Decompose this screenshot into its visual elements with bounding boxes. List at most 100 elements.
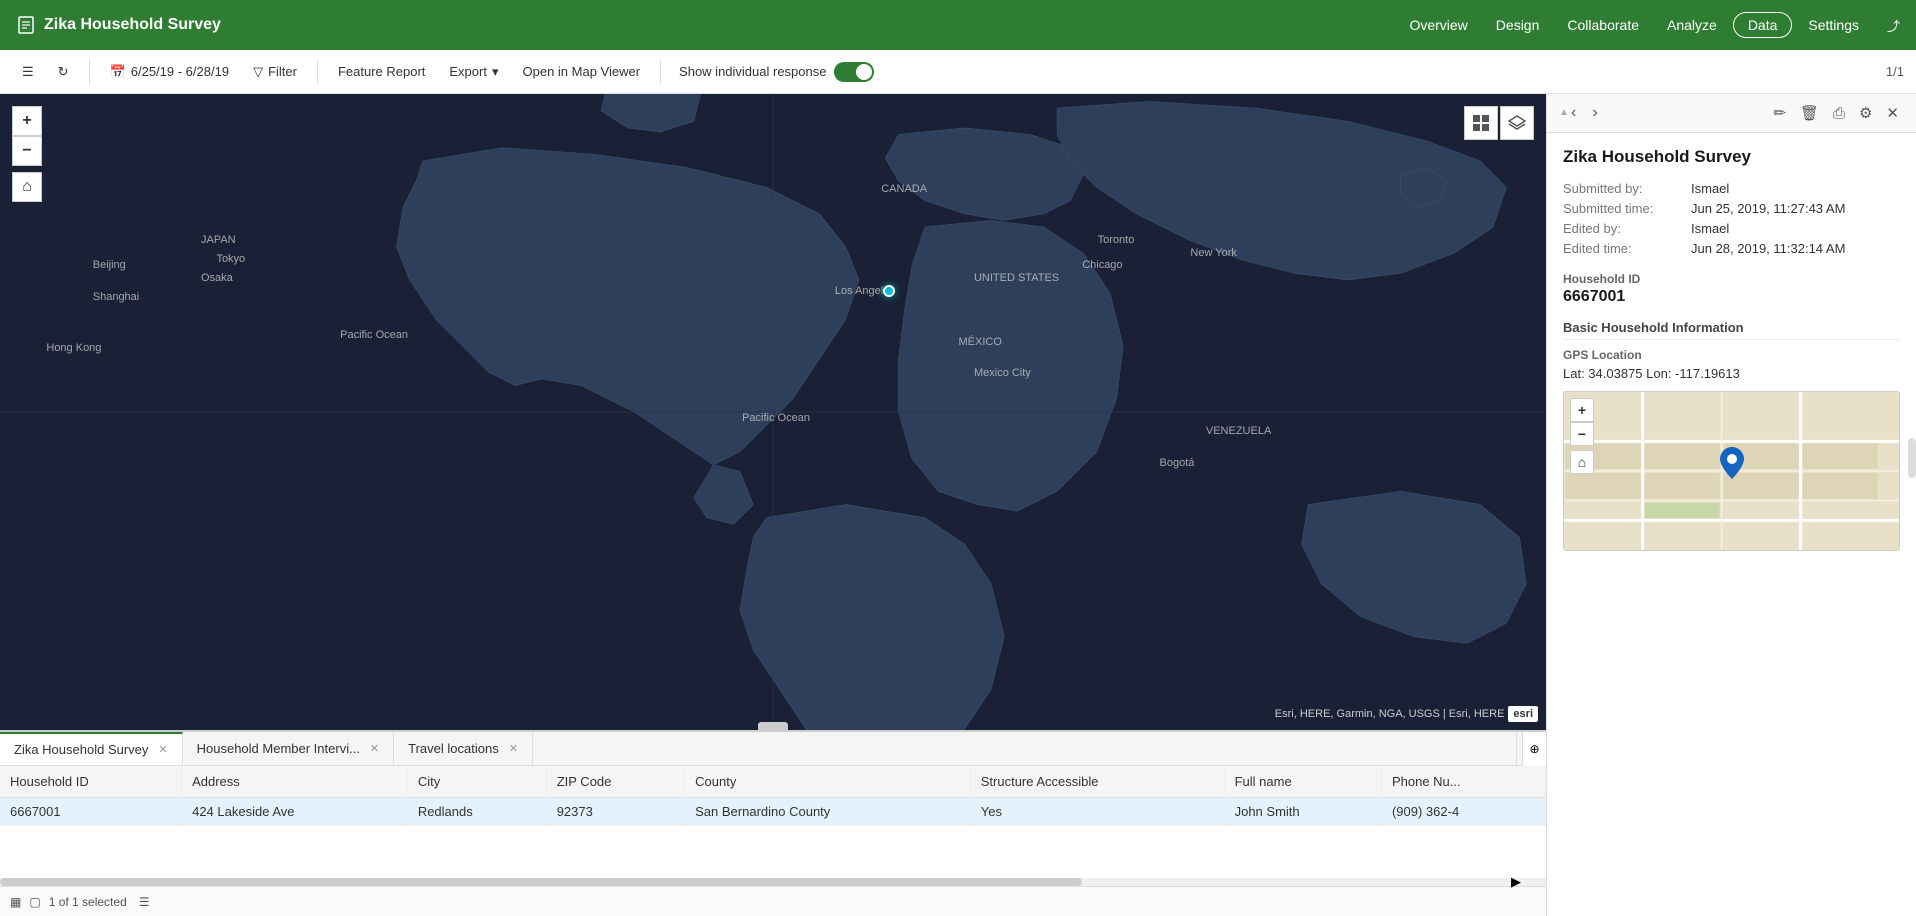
cell-structure: Yes [970,798,1224,826]
col-county[interactable]: County [685,766,971,798]
feature-report-button[interactable]: Feature Report [328,59,435,84]
col-address[interactable]: Address [182,766,408,798]
table-footer: ▦ ▢ 1 of 1 selected ☰ [0,886,1546,916]
date-range-label: 6/25/19 - 6/28/19 [131,64,229,79]
app-title: Zika Household Survey [44,16,221,34]
filter-icon: ▽ [253,64,263,80]
tab-travel[interactable]: Travel locations ✕ [394,732,533,765]
col-household-id[interactable]: Household ID [0,766,182,798]
col-zip[interactable]: ZIP Code [546,766,684,798]
edited-by-value: Ismael [1691,221,1729,236]
app-logo: Zika Household Survey [16,15,1397,35]
tab-zika-close[interactable]: ✕ [158,743,167,756]
zoom-out-button[interactable]: − [12,136,42,166]
next-record-button[interactable]: › [1586,102,1603,124]
collapse-handle[interactable] [758,722,788,730]
basemap-button[interactable] [1464,106,1498,140]
filter-button[interactable]: ▽ Filter [243,59,307,85]
meta-edited-by: Edited by: Ismael [1563,221,1900,236]
cell-fullname: John Smith [1224,798,1381,826]
nav-analyze[interactable]: Analyze [1655,11,1729,39]
scroll-indicator [1908,438,1916,478]
export-button[interactable]: Export ▾ [439,59,508,85]
col-structure[interactable]: Structure Accessible [970,766,1224,798]
deselect-icon[interactable]: ▢ [29,895,40,909]
gps-value: Lat: 34.03875 Lon: -117.19613 [1563,366,1900,381]
tab-zika-household[interactable]: Zika Household Survey ✕ [0,732,183,765]
map-attribution: Esri, HERE, Garmin, NGA, USGS | Esri, HE… [1275,706,1538,722]
separator-1 [89,60,90,84]
tab-household-member[interactable]: Household Member Intervi... ✕ [183,732,395,765]
map-marker[interactable] [883,285,895,297]
mini-map-controls: + − ⌂ [1570,398,1594,474]
edited-time-value: Jun 28, 2019, 11:32:14 AM [1691,241,1845,256]
close-panel-button[interactable]: ✕ [1881,102,1904,124]
page-indicator: 1/1 [1886,64,1904,79]
tab-household-member-label: Household Member Intervi... [197,741,360,756]
mini-home[interactable]: ⌂ [1570,450,1594,474]
data-table-wrapper[interactable]: Household ID Address City ZIP Code Count… [0,766,1546,878]
side-panel-tools: ✏ 🗑 ⎙ ⚙ ✕ [1768,102,1904,124]
col-fullname[interactable]: Full name [1224,766,1381,798]
zoom-in-button[interactable]: + [12,106,42,136]
show-individual-toggle[interactable] [834,62,874,82]
table-row[interactable]: 6667001 424 Lakeside Ave Redlands 92373 … [0,798,1546,826]
cell-zip: 92373 [546,798,684,826]
nav-collaborate[interactable]: Collaborate [1555,11,1651,39]
open-map-viewer-button[interactable]: Open in Map Viewer [513,59,651,84]
table-header-row: Household ID Address City ZIP Code Count… [0,766,1546,798]
filter-label: Filter [268,64,297,79]
mini-zoom-out[interactable]: − [1570,422,1594,446]
feature-report-label: Feature Report [338,64,425,79]
col-city[interactable]: City [407,766,546,798]
pin-icon [1720,447,1744,479]
calendar-icon: 📅 [110,64,126,80]
refresh-button[interactable]: ↻ [48,59,79,85]
refresh-icon: ↻ [58,64,69,80]
edited-time-label: Edited time: [1563,241,1683,256]
show-individual-group: Show individual response [679,62,874,82]
edited-by-label: Edited by: [1563,221,1683,236]
submitted-time-label: Submitted time: [1563,201,1683,216]
add-column-button[interactable]: ⊕ [1522,732,1546,766]
home-button[interactable]: ⌂ [12,172,42,202]
tab-household-close[interactable]: ✕ [370,742,379,755]
nav-settings[interactable]: Settings [1796,11,1871,39]
cell-city: Redlands [407,798,546,826]
map-container[interactable]: CANADA UNITED STATES Toronto Chicago New… [0,94,1546,730]
nav-links: Overview Design Collaborate Analyze Data… [1397,11,1900,39]
household-id-label: Household ID [1563,272,1900,286]
selection-count: 1 of 1 selected [49,895,127,909]
date-range-button[interactable]: 📅 6/25/19 - 6/28/19 [100,59,240,85]
menu-icon: ☰ [22,64,34,80]
side-panel-nav: ‹ › [1565,102,1604,124]
layer-controls [1464,106,1534,140]
top-navigation: Zika Household Survey Overview Design Co… [0,0,1916,50]
options-icon[interactable]: ☰ [139,895,150,909]
horizontal-scroll[interactable]: ▶ [0,878,1546,886]
gps-label: GPS Location [1563,348,1900,362]
map-svg [0,94,1546,730]
scroll-right-arrow[interactable]: ▶ [1506,878,1526,886]
print-button[interactable]: ⎙ [1828,102,1850,124]
share-icon[interactable]: ⤴ [1887,16,1900,35]
meta-submitted-by: Submitted by: Ismael [1563,181,1900,196]
select-all-icon[interactable]: ▦ [10,895,21,909]
col-phone[interactable]: Phone Nu... [1381,766,1545,798]
mini-zoom-in[interactable]: + [1570,398,1594,422]
mini-map[interactable]: + − ⌂ [1563,391,1900,551]
table-area: Zika Household Survey ✕ Household Member… [0,730,1546,916]
nav-data[interactable]: Data [1733,12,1793,38]
edit-button[interactable]: ✏ [1768,102,1791,124]
scroll-thumb [0,878,1082,886]
settings-button[interactable]: ⚙ [1854,102,1877,124]
export-label: Export [449,64,487,79]
open-map-label: Open in Map Viewer [523,64,641,79]
tab-travel-close[interactable]: ✕ [509,742,518,755]
delete-button[interactable]: 🗑 [1795,102,1824,124]
nav-overview[interactable]: Overview [1397,11,1479,39]
menu-button[interactable]: ☰ [12,59,44,85]
nav-design[interactable]: Design [1484,11,1552,39]
layers-button[interactable] [1500,106,1534,140]
prev-record-button[interactable]: ‹ [1565,102,1582,124]
